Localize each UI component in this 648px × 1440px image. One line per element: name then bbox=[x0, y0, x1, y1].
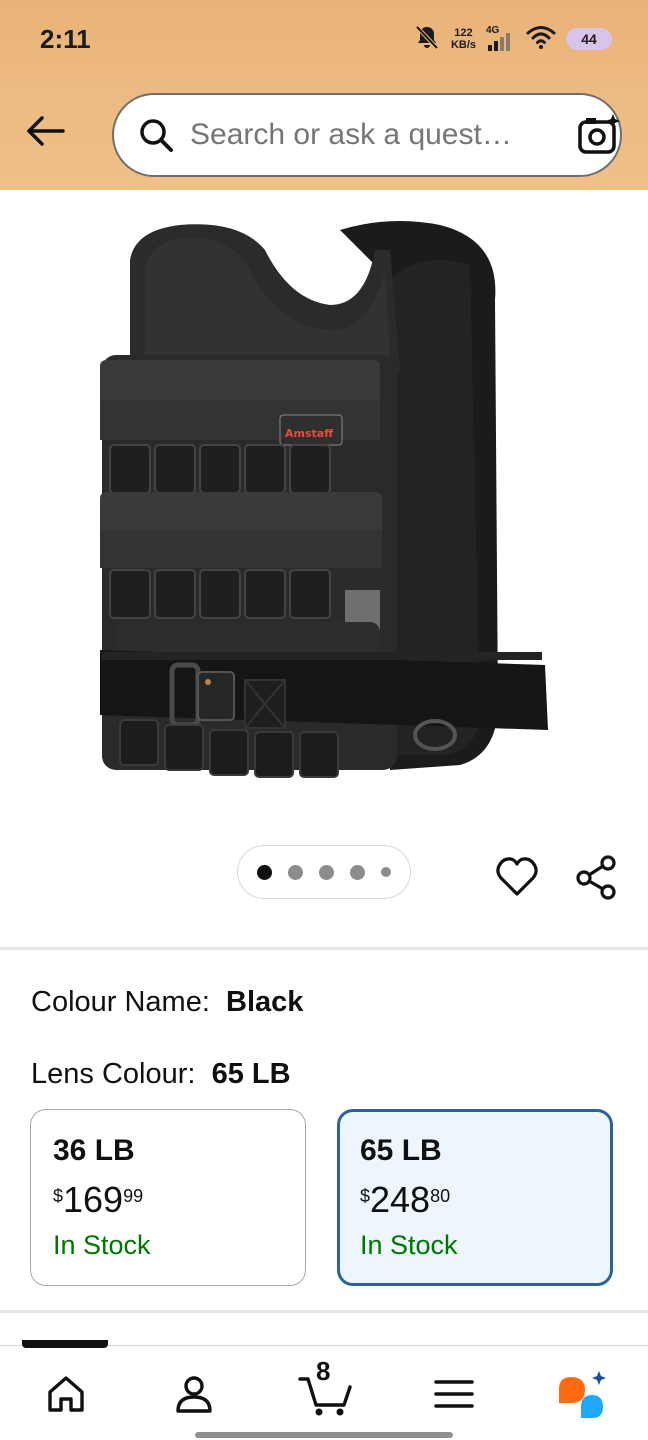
image-pager-dot[interactable] bbox=[381, 867, 391, 877]
search-icon bbox=[138, 115, 174, 155]
price-currency: $ bbox=[53, 1186, 64, 1206]
bottom-navigation: 8 bbox=[0, 1340, 648, 1440]
account-icon bbox=[176, 1376, 212, 1413]
home-icon bbox=[48, 1376, 84, 1412]
section-divider bbox=[0, 947, 648, 950]
wifi-icon bbox=[526, 24, 556, 55]
image-pager-dot[interactable] bbox=[319, 864, 334, 880]
option-name: 36 LB bbox=[53, 1134, 135, 1167]
colour-name-label: Colour Name: bbox=[31, 986, 210, 1018]
network-speed-value: 122 bbox=[454, 27, 473, 39]
option-price: $ 248 80 bbox=[360, 1182, 610, 1218]
app-header: 2:11 122 KB/s 4G 44 Search or ask a ques… bbox=[0, 0, 648, 190]
nav-account[interactable] bbox=[170, 1370, 218, 1418]
colour-name-value: Black bbox=[226, 986, 304, 1018]
price-fraction: 99 bbox=[123, 1186, 144, 1206]
image-pager-dot[interactable] bbox=[350, 864, 365, 880]
status-icons: 122 KB/s 4G 44 bbox=[413, 22, 612, 56]
status-bar: 2:11 122 KB/s 4G 44 bbox=[0, 0, 648, 80]
cart-count-badge: 8 bbox=[316, 1356, 331, 1386]
variation-option-65lb[interactable]: 65 LB $ 248 80 In Stock bbox=[337, 1109, 613, 1286]
share-button[interactable] bbox=[574, 854, 620, 900]
heart-icon bbox=[496, 857, 538, 896]
product-image[interactable]: Amstaff bbox=[90, 210, 560, 800]
system-home-indicator[interactable] bbox=[195, 1432, 453, 1438]
rufus-ai-icon bbox=[559, 1371, 606, 1418]
availability-status: In Stock bbox=[53, 1230, 151, 1260]
price-whole: 169 bbox=[63, 1179, 124, 1220]
share-icon bbox=[576, 855, 616, 900]
arrow-left-icon bbox=[27, 116, 65, 146]
option-price: $ 169 99 bbox=[53, 1182, 305, 1218]
product-brand-label: Amstaff bbox=[285, 427, 333, 440]
network-speed: 122 KB/s bbox=[451, 27, 476, 51]
section-divider bbox=[0, 1310, 648, 1313]
nav-home[interactable] bbox=[42, 1370, 90, 1418]
search-bar[interactable] bbox=[112, 93, 622, 177]
image-pager[interactable] bbox=[237, 845, 411, 899]
option-name: 65 LB bbox=[360, 1134, 442, 1167]
mute-notification-icon bbox=[413, 23, 441, 56]
lens-colour-value: 65 LB bbox=[211, 1058, 291, 1090]
search-input[interactable] bbox=[190, 118, 576, 152]
status-time: 2:11 bbox=[40, 24, 91, 54]
network-type: 4G bbox=[486, 25, 500, 36]
add-to-wishlist-button[interactable] bbox=[494, 854, 540, 900]
availability-status: In Stock bbox=[360, 1230, 458, 1260]
menu-icon bbox=[434, 1380, 474, 1408]
camera-search-icon[interactable] bbox=[576, 110, 622, 160]
lens-colour-row: Lens Colour: 65 LB bbox=[31, 1058, 291, 1091]
colour-name-row: Colour Name: Black bbox=[31, 986, 303, 1019]
price-whole: 248 bbox=[370, 1179, 431, 1220]
image-pager-dot[interactable] bbox=[288, 864, 303, 880]
network-speed-unit: KB/s bbox=[450, 39, 476, 51]
cellular-signal-icon: 4G bbox=[486, 25, 516, 53]
variation-option-36lb[interactable]: 36 LB $ 169 99 In Stock bbox=[30, 1109, 306, 1286]
active-tab-indicator bbox=[22, 1340, 108, 1348]
price-currency: $ bbox=[360, 1186, 371, 1206]
nav-menu[interactable] bbox=[430, 1370, 478, 1418]
image-pager-dot[interactable] bbox=[257, 864, 272, 880]
battery-indicator: 44 bbox=[566, 28, 612, 50]
nav-rufus[interactable] bbox=[555, 1370, 611, 1418]
price-fraction: 80 bbox=[430, 1186, 451, 1206]
back-button[interactable] bbox=[22, 108, 68, 154]
lens-colour-label: Lens Colour: bbox=[31, 1058, 196, 1090]
